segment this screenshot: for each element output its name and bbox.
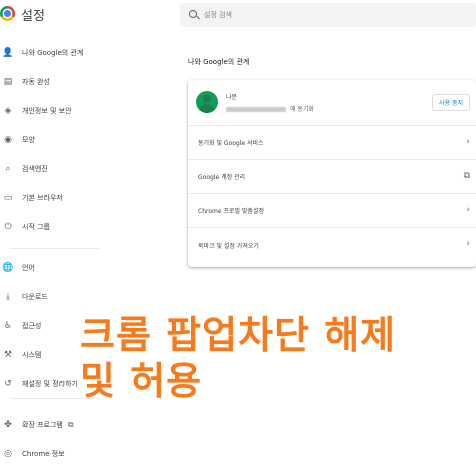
redacted-email bbox=[226, 107, 286, 112]
shield-icon: ◈ bbox=[4, 105, 12, 116]
external-link-icon: ⧉ bbox=[463, 171, 470, 181]
puzzle-icon: ✤ bbox=[4, 419, 12, 430]
sidebar-item-you-and-google[interactable]: 👤 나와 Google의 관계 bbox=[0, 45, 105, 61]
profile-name: 나분 bbox=[226, 94, 238, 101]
sidebar-item-privacy[interactable]: ◈ 개인정보 및 보안 bbox=[0, 103, 105, 119]
chrome-logo-icon bbox=[0, 6, 15, 21]
row-label: 북마크 및 설정 가져오기 bbox=[198, 242, 259, 250]
sidebar-item-label: 기본 브라우저 bbox=[22, 194, 63, 202]
search-input[interactable] bbox=[204, 7, 464, 23]
section-title: 나와 Google의 관계 bbox=[188, 58, 250, 66]
row-customize-profile[interactable]: Chrome 프로필 맞춤설정 › bbox=[188, 194, 476, 228]
row-label: Google 계정 관리 bbox=[198, 174, 246, 181]
accessibility-icon: ♿ bbox=[3, 320, 13, 331]
settings-card: 나분 에 동기화 사용 중지 동기화 및 Google 서비스 › Google… bbox=[188, 80, 476, 267]
sidebar-item-label: 자동 완성 bbox=[22, 78, 50, 86]
sidebar-item-label: 언어 bbox=[22, 264, 35, 272]
chevron-right-icon: › bbox=[466, 137, 470, 147]
sidebar-item-label: 다운로드 bbox=[22, 293, 48, 301]
sidebar-item-label: 개인정보 및 보안 bbox=[22, 107, 72, 115]
header: 설정 bbox=[0, 0, 476, 34]
app-title: 설정 bbox=[21, 9, 45, 24]
clipboard-icon: ▤ bbox=[3, 76, 13, 87]
sidebar-item-languages[interactable]: 🌐 언어 bbox=[0, 260, 105, 276]
sidebar-item-appearance[interactable]: ◉ 모양 bbox=[0, 132, 105, 148]
turn-off-sync-button[interactable]: 사용 중지 bbox=[432, 94, 470, 111]
sidebar-item-label: 모양 bbox=[22, 136, 35, 144]
sidebar-item-label: 접근성 bbox=[22, 322, 42, 330]
sidebar-item-on-startup[interactable]: ⏻ 시작 그룹 bbox=[0, 219, 105, 235]
row-manage-google-account[interactable]: Google 계정 관리 ⧉ bbox=[188, 160, 476, 194]
row-sync-google-services[interactable]: 동기화 및 Google 서비스 › bbox=[188, 126, 476, 160]
search-icon: ⌕ bbox=[5, 163, 11, 174]
sidebar-item-label: 시스템 bbox=[22, 351, 42, 359]
row-label: 동기화 및 Google 서비스 bbox=[198, 140, 264, 147]
browser-icon: ▭ bbox=[3, 192, 13, 203]
globe-icon: 🌐 bbox=[2, 262, 14, 273]
sidebar-item-label: 재설정 및 정리하기 bbox=[22, 380, 78, 388]
overlay-title: 크롬 팝업차단 해제 및 허용 bbox=[80, 312, 396, 404]
sidebar-item-label: 검색엔진 bbox=[22, 165, 48, 173]
overlay-title-line-2: 및 허용 bbox=[80, 359, 203, 403]
power-icon: ⏻ bbox=[4, 221, 12, 232]
chevron-right-icon: › bbox=[466, 239, 470, 249]
wrench-icon: ⚒ bbox=[3, 349, 13, 360]
search-icon bbox=[189, 10, 197, 18]
row-import-bookmarks[interactable]: 북마크 및 설정 가져오기 › bbox=[188, 228, 476, 262]
overlay-title-line-1: 크롬 팝업차단 해제 bbox=[80, 313, 397, 357]
palette-icon: ◉ bbox=[4, 134, 12, 145]
sidebar-item-about-chrome[interactable]: ◎ Chrome 정보 bbox=[0, 446, 105, 462]
sidebar-item-label: Chrome 정보 bbox=[22, 450, 65, 458]
profile-row: 나분 에 동기화 사용 중지 bbox=[188, 80, 476, 126]
chevron-right-icon: › bbox=[466, 205, 470, 215]
person-icon: 👤 bbox=[2, 47, 14, 58]
profile-email-suffix: 에 동기화 bbox=[290, 106, 314, 113]
sidebar-item-downloads[interactable]: ⤓ 다운로드 bbox=[0, 289, 105, 305]
download-icon: ⤓ bbox=[6, 291, 10, 302]
sidebar-item-default-browser[interactable]: ▭ 기본 브라우저 bbox=[0, 190, 105, 206]
sidebar-item-autofill[interactable]: ▤ 자동 완성 bbox=[0, 74, 105, 90]
avatar bbox=[196, 91, 218, 113]
sidebar-divider bbox=[10, 248, 100, 249]
row-label: Chrome 프로필 맞춤설정 bbox=[198, 208, 264, 215]
sidebar-item-label: 시작 그룹 bbox=[22, 223, 50, 231]
chrome-icon: ◎ bbox=[4, 448, 12, 459]
sidebar-item-search-engine[interactable]: ⌕ 검색엔진 bbox=[0, 161, 105, 177]
sidebar-item-label: 나와 Google의 관계 bbox=[22, 49, 84, 57]
profile-email: 에 동기화 bbox=[226, 104, 314, 113]
external-link-icon: ⧉ bbox=[67, 420, 74, 429]
sidebar-item-label: 확장 프로그램 bbox=[22, 421, 63, 429]
search-box[interactable] bbox=[180, 3, 476, 27]
restore-icon: ↺ bbox=[4, 378, 12, 389]
sidebar-item-extensions[interactable]: ✤ 확장 프로그램 ⧉ bbox=[0, 417, 105, 433]
